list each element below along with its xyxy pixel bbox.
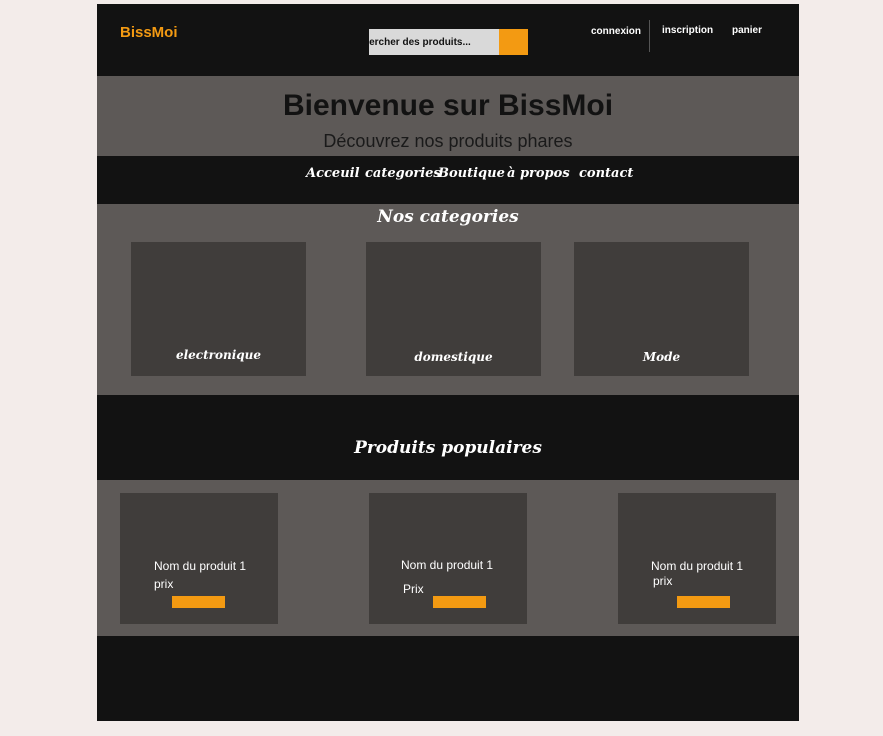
- add-to-cart-button[interactable]: [677, 596, 730, 608]
- site-header: BissMoi connexion inscription panier: [97, 4, 799, 76]
- page-frame: BissMoi connexion inscription panier Bie…: [97, 4, 799, 721]
- category-card-mode[interactable]: Mode: [574, 242, 749, 376]
- site-footer: [97, 636, 799, 721]
- nav-item-categories[interactable]: categories: [365, 166, 441, 181]
- category-label: Mode: [642, 350, 681, 364]
- search-input[interactable]: [369, 29, 499, 55]
- search-bar: [369, 29, 528, 55]
- product-name: Nom du produit 1: [401, 558, 494, 572]
- product-name: Nom du produit 1: [154, 559, 247, 573]
- hero-title: Bienvenue sur BissMoi: [282, 89, 614, 122]
- main-nav: Acceuil categories Boutique à propos con…: [97, 156, 799, 204]
- site-logo[interactable]: BissMoi: [120, 24, 178, 41]
- category-card-domestique[interactable]: domestique: [366, 242, 541, 376]
- add-to-cart-button[interactable]: [172, 596, 225, 608]
- products-section: Nom du produit 1 prix Nom du produit 1 P…: [97, 480, 799, 636]
- product-card[interactable]: Nom du produit 1 prix: [618, 493, 776, 624]
- popular-products-title: Produits populaires: [354, 438, 542, 458]
- categories-title: Nos categories: [377, 207, 519, 227]
- popular-products-header: Produits populaires: [97, 395, 799, 480]
- category-label: electronique: [175, 348, 262, 362]
- product-price: prix: [653, 574, 673, 588]
- auth-divider: [649, 20, 650, 52]
- categories-section: Nos categories electronique domestique M…: [97, 204, 799, 395]
- login-link[interactable]: connexion: [591, 26, 641, 37]
- signup-link[interactable]: inscription: [662, 25, 713, 36]
- add-to-cart-button[interactable]: [433, 596, 486, 608]
- nav-item-a-propos[interactable]: à propos: [507, 166, 570, 181]
- search-button[interactable]: [499, 29, 528, 55]
- product-card[interactable]: Nom du produit 1 Prix: [369, 493, 527, 624]
- product-price: prix: [154, 577, 174, 591]
- product-name: Nom du produit 1: [651, 559, 744, 573]
- nav-item-contact[interactable]: contact: [579, 166, 633, 181]
- hero-subtitle: Découvrez nos produits phares: [323, 131, 573, 151]
- product-price: Prix: [403, 582, 424, 596]
- cart-link[interactable]: panier: [732, 25, 762, 36]
- category-card-electronique[interactable]: electronique: [131, 242, 306, 376]
- category-label: domestique: [414, 350, 493, 364]
- nav-item-accueil[interactable]: Acceuil: [306, 166, 360, 181]
- product-card[interactable]: Nom du produit 1 prix: [120, 493, 278, 624]
- nav-item-boutique[interactable]: Boutique: [438, 166, 505, 181]
- hero-banner: Bienvenue sur BissMoi Découvrez nos prod…: [97, 76, 799, 156]
